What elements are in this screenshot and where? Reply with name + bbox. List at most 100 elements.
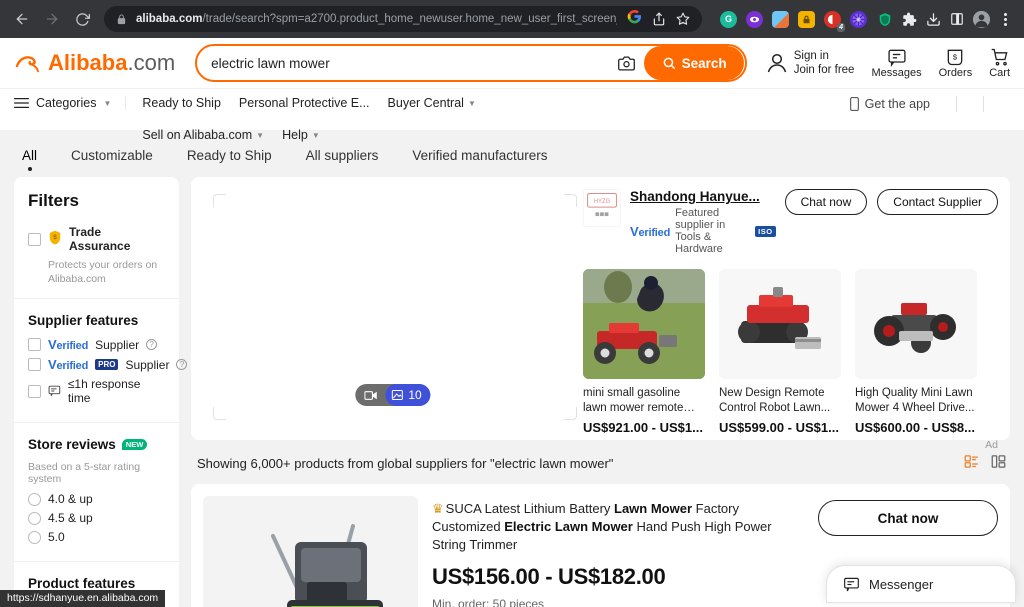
forward-button[interactable]: [38, 5, 66, 33]
iso-badge: ISO: [755, 225, 776, 237]
back-button[interactable]: [8, 5, 36, 33]
filter-verified-supplier[interactable]: VVerifiederified Supplier ?: [28, 337, 165, 352]
help-icon[interactable]: ?: [176, 359, 188, 370]
profile-avatar-icon[interactable]: [973, 10, 990, 28]
filter-rating-5[interactable]: 5.0: [28, 530, 165, 544]
contact-supplier-button[interactable]: Contact Supplier: [877, 189, 998, 215]
split-view-icon[interactable]: [950, 12, 964, 26]
header-actions: Sign in Join for free Messages $ Orders …: [765, 47, 1010, 79]
tab-verified-manufacturers[interactable]: Verified manufacturers: [412, 148, 547, 173]
rating-label: 5.0: [48, 530, 65, 544]
ad-product-title[interactable]: mini small gasoline lawn mower remote co…: [583, 386, 705, 416]
category-nav: Categories ▼ Ready to Ship Personal Prot…: [0, 88, 1024, 142]
checkbox[interactable]: [28, 338, 41, 351]
search-bar[interactable]: Search: [195, 44, 748, 82]
share-icon[interactable]: [652, 12, 666, 26]
supplier-name-link[interactable]: Shandong Hanyue...: [630, 189, 776, 204]
search-button[interactable]: Search: [644, 46, 745, 80]
grammarly-extension-icon[interactable]: G: [720, 10, 737, 28]
image-extension-icon[interactable]: [772, 10, 789, 28]
sponsored-ad-block: 10 HYZG ■■■ Shandong Hanyue... Verified …: [191, 177, 1010, 451]
corner-mark: [564, 194, 577, 207]
filter-rating-45[interactable]: 4.5 & up: [28, 511, 165, 525]
address-bar[interactable]: alibaba.com/trade/search?spm=a2700.produ…: [104, 6, 702, 32]
product-image[interactable]: [203, 496, 418, 607]
ad-product-card[interactable]: New Design Remote Control Robot Lawn... …: [719, 269, 841, 435]
nav-link-label: Ready to Ship: [142, 96, 221, 110]
product-min-order: Min. order: 50 pieces: [432, 597, 545, 607]
downloads-icon[interactable]: [926, 12, 941, 27]
product-title[interactable]: ♛ SUCA Latest Lithium Battery Lawn Mower …: [432, 500, 804, 554]
radio[interactable]: [28, 511, 41, 525]
puzzle-extensions-icon[interactable]: [902, 12, 917, 27]
ad-product-title[interactable]: New Design Remote Control Robot Lawn...: [719, 386, 841, 416]
nav-link-ready-to-ship[interactable]: Ready to Ship: [142, 96, 221, 110]
account-menu[interactable]: Sign in Join for free: [765, 49, 855, 77]
join-free-link[interactable]: Join for free: [794, 63, 855, 77]
store-reviews-sub: Based on a 5-star rating system: [28, 461, 141, 485]
password-extension-icon[interactable]: [798, 10, 815, 28]
filter-response-time[interactable]: ≤1h response time: [28, 377, 165, 405]
nav-link-buyer-central[interactable]: Buyer Central ▼: [388, 96, 476, 110]
message-icon: [887, 49, 906, 67]
nav-link-sell-on-alibaba[interactable]: Sell on Alibaba.com ▼: [142, 128, 264, 142]
checkbox[interactable]: [28, 232, 41, 246]
browser-viewport: alibaba.com/trade/search?spm=a2700.produ…: [0, 0, 1024, 607]
verified-badge: VVerifiederified: [48, 337, 89, 352]
reload-button[interactable]: [68, 5, 96, 33]
product-thumbnail[interactable]: [855, 269, 977, 379]
radio[interactable]: [28, 530, 41, 544]
rating-label: 4.5 & up: [48, 511, 93, 525]
list-view-icon[interactable]: [964, 454, 979, 472]
cart-button[interactable]: Cart: [989, 47, 1010, 79]
product-chat-now-button[interactable]: Chat now: [818, 500, 998, 536]
filter-trade-assurance[interactable]: $ Trade Assurance: [28, 225, 165, 253]
pro-tag: PRO: [95, 359, 119, 370]
sign-in-link[interactable]: Sign in: [794, 49, 855, 63]
get-the-app-button[interactable]: Get the app: [849, 97, 930, 111]
ad-product-card[interactable]: mini small gasoline lawn mower remote co…: [583, 269, 705, 435]
nav-link-ppe[interactable]: Personal Protective E...: [239, 96, 370, 110]
messenger-widget[interactable]: Messenger: [826, 565, 1016, 603]
nav-link-help[interactable]: Help ▼: [282, 128, 320, 142]
ad-chat-now-button[interactable]: Chat now: [784, 189, 868, 215]
product-features-title: Product features: [28, 576, 136, 591]
camera-search-button[interactable]: [609, 55, 643, 72]
product-thumbnail[interactable]: [719, 269, 841, 379]
product-thumbnail[interactable]: [583, 269, 705, 379]
eye-extension-icon[interactable]: [746, 10, 763, 28]
title-part: SUCA Latest Lithium Battery: [445, 501, 615, 516]
tab-customizable[interactable]: Customizable: [71, 148, 153, 173]
checkbox[interactable]: [28, 358, 41, 371]
checkbox[interactable]: [28, 384, 41, 398]
google-lens-icon[interactable]: [627, 9, 642, 29]
message-icon: [844, 577, 859, 591]
bookmark-star-icon[interactable]: [676, 12, 690, 26]
recorder-extension-icon[interactable]: 4: [824, 10, 845, 32]
browser-menu-button[interactable]: [999, 12, 1012, 26]
tab-all[interactable]: All: [22, 148, 37, 173]
categories-button[interactable]: Categories ▼: [14, 96, 127, 110]
page-body: Filters $ Trade Assurance Protects your …: [0, 173, 1024, 607]
shield-extension-icon[interactable]: [876, 11, 893, 28]
search-input[interactable]: [211, 55, 610, 71]
messages-button[interactable]: Messages: [871, 47, 922, 79]
ad-product-card[interactable]: High Quality Mini Lawn Mower 4 Wheel Dri…: [855, 269, 977, 435]
ad-main-media[interactable]: 10: [203, 189, 583, 428]
tab-all-suppliers[interactable]: All suppliers: [306, 148, 379, 173]
media-count-badge[interactable]: 10: [355, 384, 431, 406]
filter-verified-pro-supplier[interactable]: Verified PRO Supplier ?: [28, 357, 188, 372]
tab-ready-to-ship[interactable]: Ready to Ship: [187, 148, 272, 173]
filter-rating-4[interactable]: 4.0 & up: [28, 492, 165, 506]
asterisk-extension-icon[interactable]: [850, 10, 867, 28]
radio[interactable]: [28, 492, 41, 506]
divider: [983, 96, 984, 112]
ad-product-price: US$600.00 - US$8...: [855, 420, 975, 435]
image-count-badge: 10: [385, 384, 431, 406]
image-icon: [391, 390, 403, 400]
orders-button[interactable]: $ Orders: [939, 47, 972, 79]
alibaba-logo[interactable]: Alibaba .com: [14, 50, 175, 76]
ad-product-title[interactable]: High Quality Mini Lawn Mower 4 Wheel Dri…: [855, 386, 977, 416]
grid-view-icon[interactable]: [991, 454, 1006, 472]
help-icon[interactable]: ?: [146, 339, 158, 350]
